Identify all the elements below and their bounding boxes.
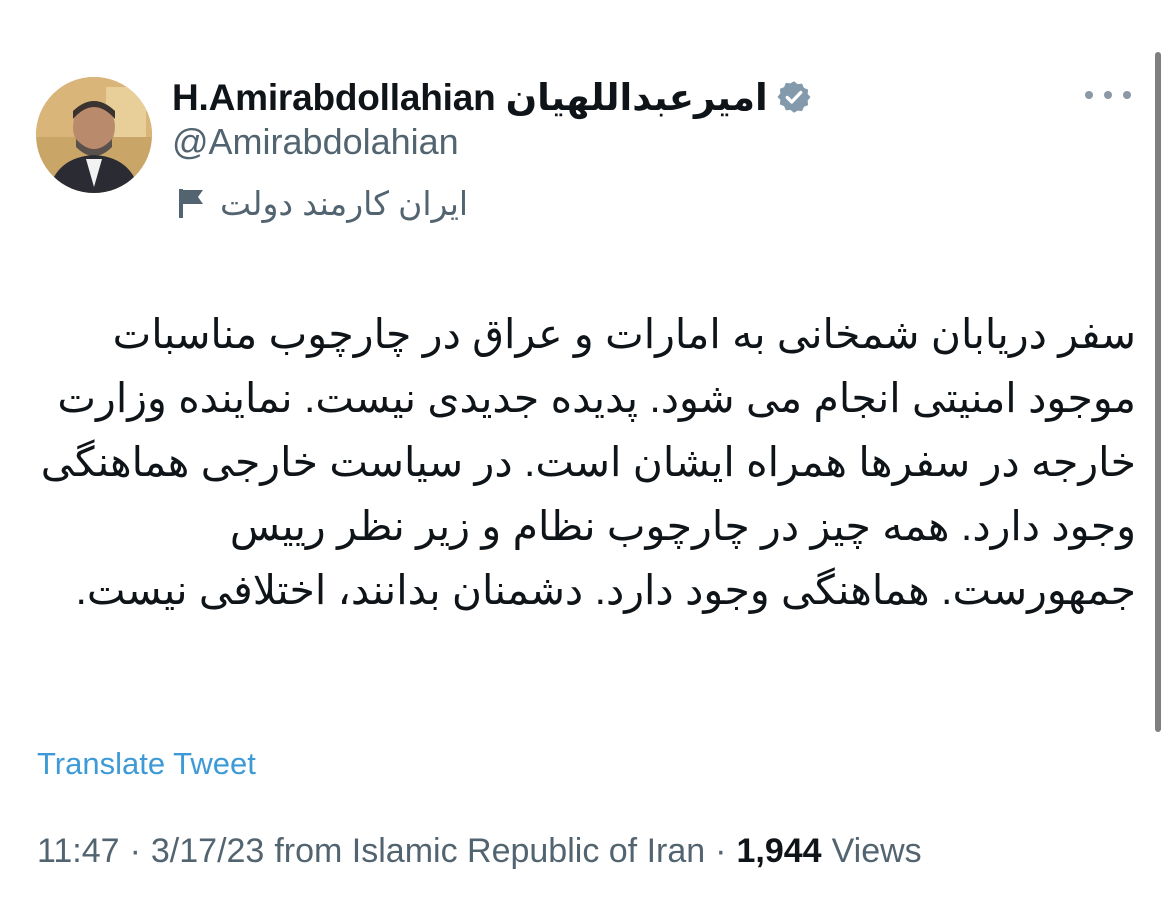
meta-separator: ·	[129, 832, 141, 870]
tweet-text: سفر دریابان شمخانی به امارات و عراق در چ…	[40, 311, 1136, 613]
tweet-date[interactable]: 3/17/23	[151, 832, 264, 871]
government-flag-icon	[176, 186, 206, 220]
more-dot	[1085, 91, 1093, 99]
more-dot	[1123, 91, 1131, 99]
more-options-icon[interactable]	[1085, 86, 1131, 104]
tweet-source: from Islamic Republic of Iran	[274, 832, 706, 870]
views-count[interactable]: 1,944	[736, 832, 821, 871]
tweet-metadata: 11:47 · 3/17/23 from Islamic Republic of…	[37, 832, 922, 871]
views-label: Views	[831, 832, 922, 870]
affiliation-text: ایران کارمند دولت	[220, 184, 469, 222]
affiliation-label[interactable]: ایران کارمند دولت	[176, 182, 468, 224]
author-display-name[interactable]: H.Amirabdollahian امیرعبداللهیان	[172, 76, 768, 119]
tweet-time[interactable]: 11:47	[37, 832, 120, 871]
verified-badge-icon	[776, 79, 812, 115]
author-name-row[interactable]: H.Amirabdollahian امیرعبداللهیان	[172, 74, 812, 120]
scrollbar[interactable]	[1155, 52, 1161, 732]
author-handle[interactable]: @Amirabdolahian	[172, 121, 459, 163]
meta-separator: ·	[715, 832, 727, 870]
more-dot	[1104, 91, 1112, 99]
avatar-photo	[36, 77, 152, 193]
avatar[interactable]	[36, 77, 152, 193]
translate-tweet-link[interactable]: Translate Tweet	[37, 746, 256, 782]
